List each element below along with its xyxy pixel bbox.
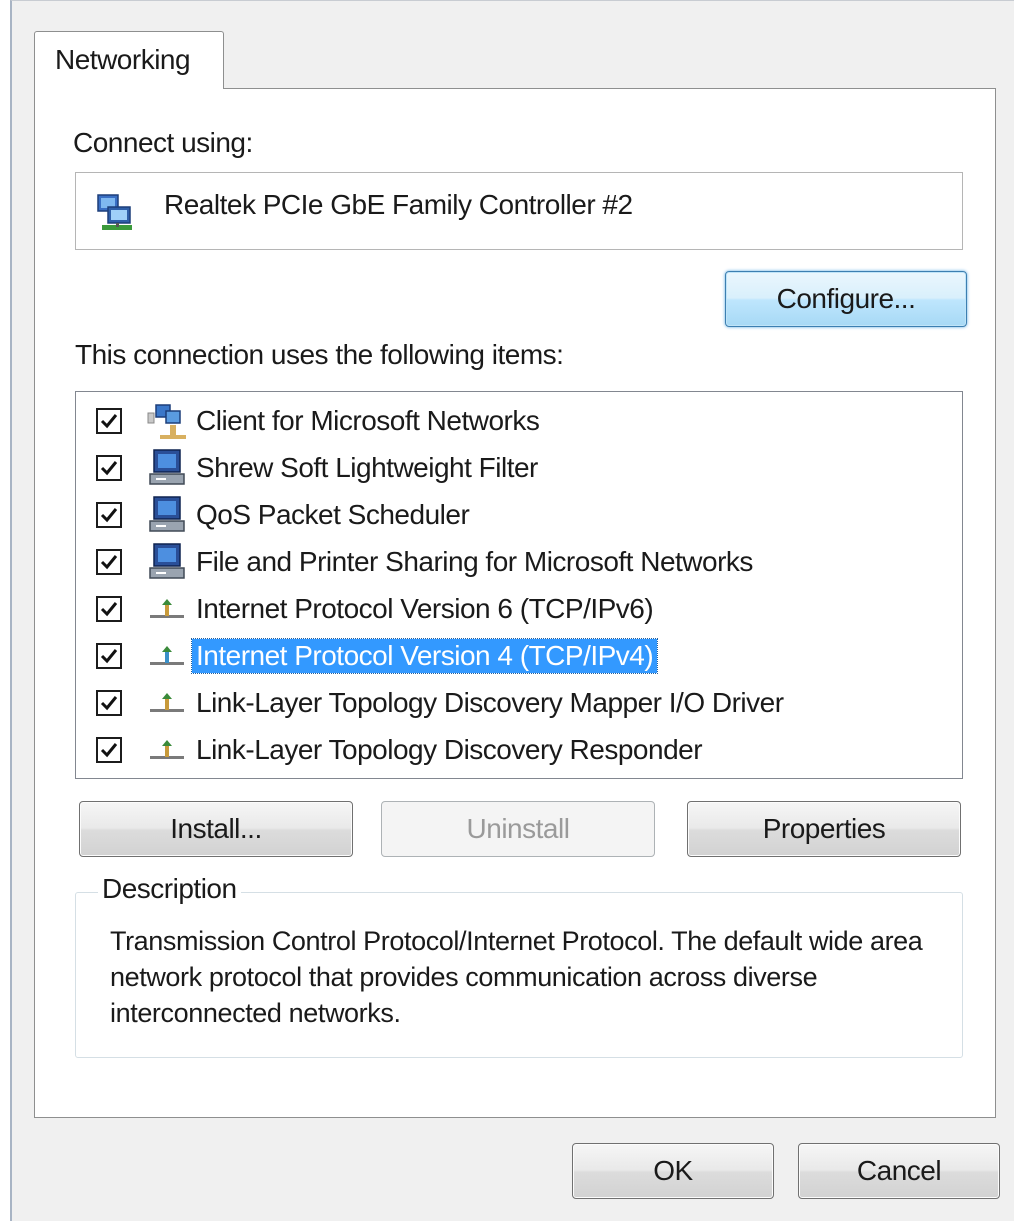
ok-button[interactable]: OK <box>572 1143 774 1199</box>
items-list-label: This connection uses the following items… <box>75 339 564 370</box>
item-checkbox[interactable] <box>96 643 122 669</box>
network-protocol-icon <box>150 646 184 665</box>
item-checkbox[interactable] <box>96 408 122 434</box>
network-protocol-icon <box>150 740 184 759</box>
item-checkbox[interactable] <box>96 737 122 763</box>
item-label: Link-Layer Topology Discovery Responder <box>196 734 703 765</box>
item-label: File and Printer Sharing for Microsoft N… <box>196 546 753 577</box>
cancel-button[interactable]: Cancel <box>798 1143 1000 1199</box>
item-checkbox[interactable] <box>96 502 122 528</box>
network-service-icon <box>149 449 185 485</box>
tab-networking[interactable]: Networking <box>34 31 224 89</box>
item-checkbox[interactable] <box>96 549 122 575</box>
description-text: Transmission Control Protocol/Internet P… <box>110 926 923 1028</box>
list-item[interactable]: QoS Packet Scheduler <box>76 492 956 538</box>
item-checkbox[interactable] <box>96 455 122 481</box>
list-item[interactable]: Shrew Soft Lightweight Filter <box>76 445 956 491</box>
adapter-field: Realtek PCIe GbE Family Controller #2 <box>75 172 963 250</box>
list-item[interactable]: Internet Protocol Version 4 (TCP/IPv4) <box>76 633 956 679</box>
description-legend: Description <box>98 873 241 905</box>
install-button[interactable]: Install... <box>79 801 353 857</box>
items-list: Client for Microsoft Networks Shrew Soft… <box>75 391 963 779</box>
tab-networking-label: Networking <box>55 44 191 75</box>
properties-button[interactable]: Properties <box>687 801 961 857</box>
item-checkbox[interactable] <box>96 596 122 622</box>
configure-button[interactable]: Configure... <box>725 271 967 327</box>
network-service-icon <box>149 496 185 532</box>
adapter-name: Realtek PCIe GbE Family Controller #2 <box>164 189 633 220</box>
list-item[interactable]: File and Printer Sharing for Microsoft N… <box>76 539 956 585</box>
item-label: QoS Packet Scheduler <box>196 499 470 530</box>
networking-panel: Connect using: Realtek PCIe GbE Family C… <box>34 88 996 1118</box>
network-properties-dialog: Networking Connect using: Realtek PCIe G… <box>10 0 1014 1221</box>
description-group: Description Transmission Control Protoco… <box>75 873 963 1058</box>
list-item[interactable]: Client for Microsoft Networks <box>76 398 956 444</box>
item-label: Internet Protocol Version 6 (TCP/IPv6) <box>196 593 654 624</box>
list-item[interactable]: Link-Layer Topology Discovery Mapper I/O… <box>76 680 956 726</box>
network-adapter-icon <box>97 194 132 230</box>
uninstall-button[interactable]: Uninstall <box>381 801 655 857</box>
item-checkbox[interactable] <box>96 690 122 716</box>
item-label: Client for Microsoft Networks <box>196 405 540 436</box>
item-label: Internet Protocol Version 4 (TCP/IPv4) <box>190 638 659 674</box>
network-protocol-icon <box>150 693 184 712</box>
network-client-icon <box>147 404 186 439</box>
connect-using-label: Connect using: <box>73 127 253 158</box>
list-item[interactable]: Internet Protocol Version 6 (TCP/IPv6) <box>76 586 956 632</box>
network-protocol-icon <box>150 599 184 618</box>
network-service-icon <box>149 543 185 579</box>
list-item[interactable]: Link-Layer Topology Discovery Responder <box>76 727 956 773</box>
item-label: Link-Layer Topology Discovery Mapper I/O… <box>196 687 784 718</box>
item-label: Shrew Soft Lightweight Filter <box>196 452 538 483</box>
